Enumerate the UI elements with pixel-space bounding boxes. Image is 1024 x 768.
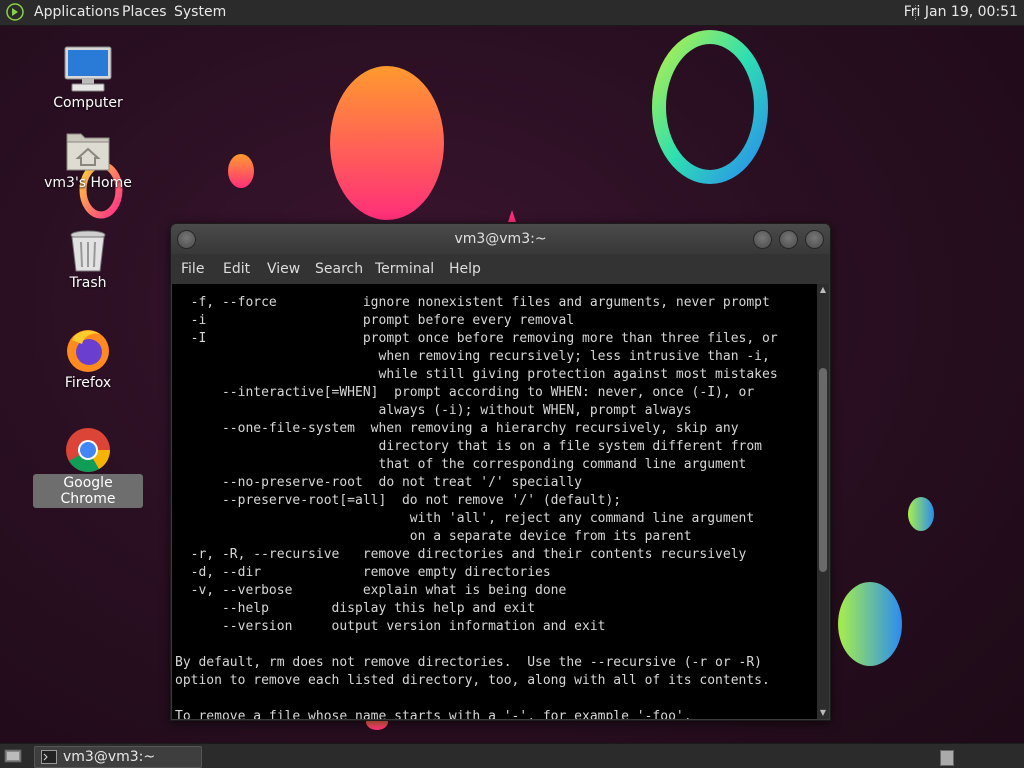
desktop-icon-trash[interactable]: Trash <box>33 228 143 292</box>
terminal-output[interactable]: -f, --force ignore nonexistent files and… <box>172 284 817 719</box>
home-folder-icon <box>66 133 110 171</box>
desktop-icon-label: Google Chrome <box>33 474 143 508</box>
menu-search[interactable]: Search <box>315 254 363 284</box>
menu-view[interactable]: View <box>267 254 300 284</box>
close-button[interactable] <box>805 230 824 249</box>
desktop: Applications Places System Fri Jan 19, 0… <box>0 0 1024 768</box>
desktop-icon-label: Trash <box>69 275 107 291</box>
distro-logo-icon[interactable] <box>6 3 24 21</box>
applications-menu[interactable]: Applications <box>34 0 120 25</box>
taskbar-terminal-button[interactable]: vm3@vm3:~ <box>34 746 202 768</box>
maximize-button[interactable] <box>779 230 798 249</box>
show-desktop-icon[interactable] <box>4 748 22 764</box>
minimize-button[interactable] <box>753 230 772 249</box>
taskbar-label: vm3@vm3:~ <box>63 749 156 765</box>
menu-terminal[interactable]: Terminal <box>375 254 434 284</box>
trash-icon <box>70 230 106 272</box>
bottom-panel: vm3@vm3:~ <box>0 743 1024 768</box>
desktop-icon-firefox[interactable]: Firefox <box>33 326 143 392</box>
menu-help[interactable]: Help <box>449 254 481 284</box>
system-menu[interactable]: System <box>174 0 226 25</box>
desktop-icon-computer[interactable]: Computer <box>33 44 143 112</box>
firefox-icon <box>67 330 109 372</box>
desktop-icon-chrome[interactable]: Google Chrome <box>33 426 143 508</box>
workspace-switcher[interactable] <box>940 750 954 766</box>
scroll-down-arrow-icon[interactable]: ▼ <box>817 707 829 719</box>
window-title: vm3@vm3:~ <box>454 231 547 247</box>
clock[interactable]: Fri Jan 19, 00:51 <box>904 0 1018 25</box>
desktop-icon-label: Firefox <box>64 375 112 391</box>
desktop-icon-home[interactable]: vm3's Home <box>33 126 143 192</box>
terminal-window[interactable]: vm3@vm3:~ File Edit View Search Terminal… <box>170 223 831 721</box>
terminal-menubar: File Edit View Search Terminal Help <box>171 254 830 284</box>
terminal-text: -f, --force ignore nonexistent files and… <box>175 295 778 719</box>
top-panel: Applications Places System Fri Jan 19, 0… <box>0 0 1024 26</box>
menu-edit[interactable]: Edit <box>223 254 250 284</box>
terminal-icon <box>41 750 57 764</box>
terminal-scrollbar[interactable]: ▲ ▼ <box>817 284 829 719</box>
places-menu[interactable]: Places <box>122 0 167 25</box>
computer-icon <box>64 46 112 92</box>
chrome-icon <box>66 428 110 472</box>
scrollbar-thumb[interactable] <box>819 368 827 572</box>
menu-file[interactable]: File <box>181 254 204 284</box>
scroll-up-arrow-icon[interactable]: ▲ <box>817 284 829 296</box>
window-titlebar[interactable]: vm3@vm3:~ <box>171 224 830 254</box>
desktop-icon-label: vm3's Home <box>44 175 132 191</box>
desktop-icon-label: Computer <box>53 95 123 111</box>
